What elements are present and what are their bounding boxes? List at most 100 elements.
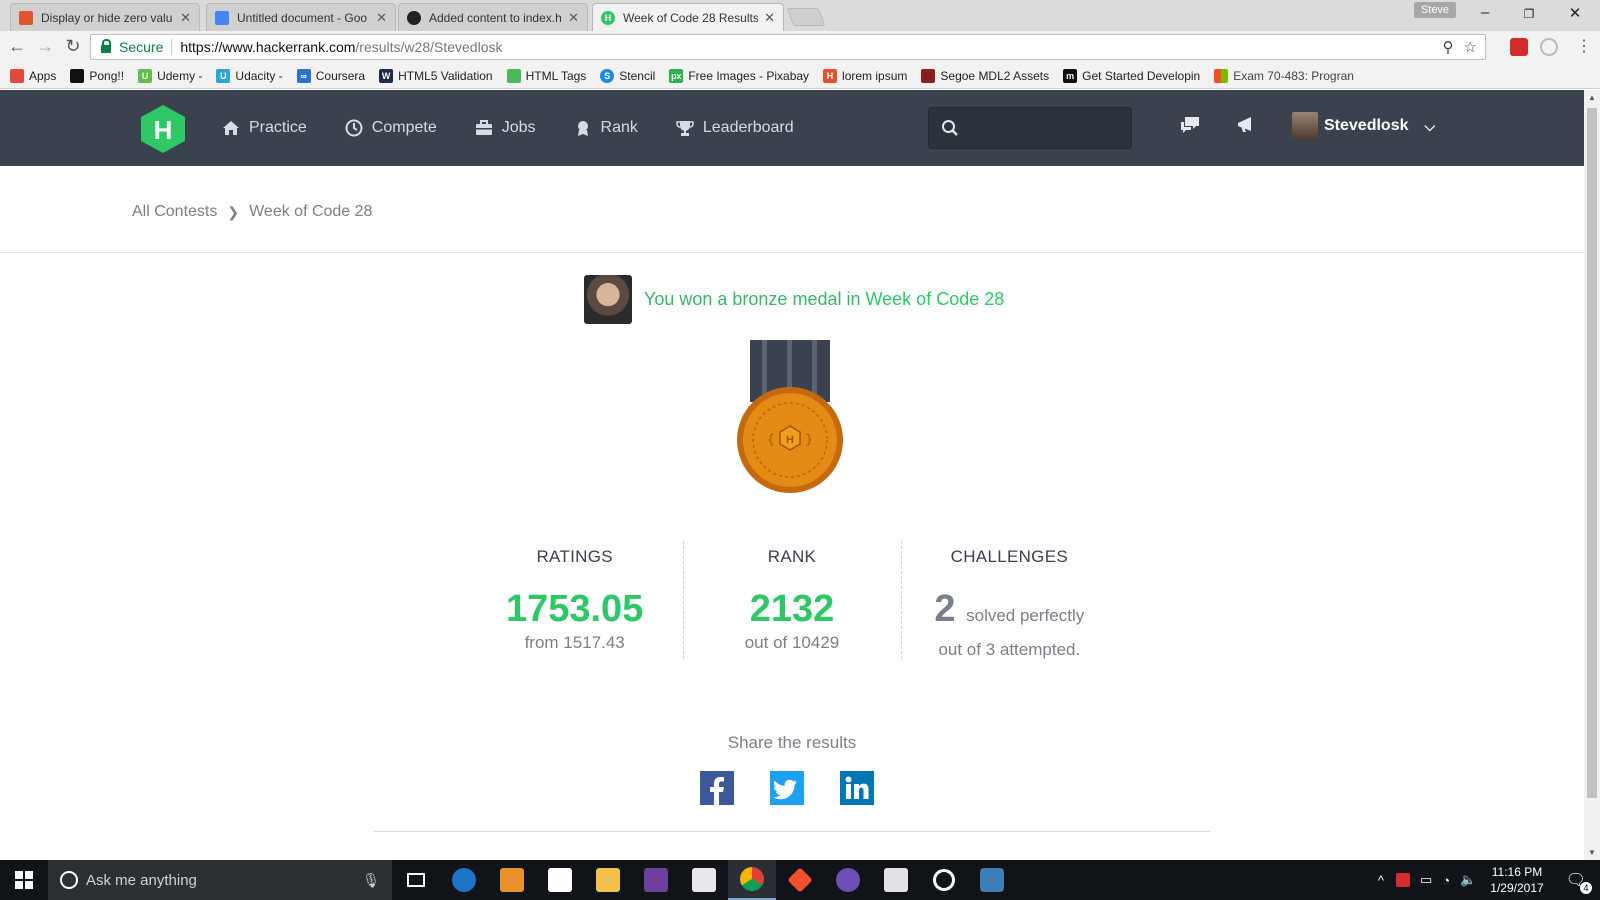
taskbar-remote[interactable] <box>968 860 1016 900</box>
extension-block-icon[interactable] <box>1540 38 1558 56</box>
bookmark-label: Coursera <box>315 68 366 83</box>
scrollbar-thumb[interactable] <box>1587 108 1597 798</box>
new-tab-button[interactable] <box>786 8 826 26</box>
close-icon[interactable]: ✕ <box>180 10 191 26</box>
action-center-icon[interactable]: 🗨 4 <box>1566 870 1592 894</box>
menu-jobs[interactable]: Jobs <box>475 119 536 137</box>
tab-display-or-hide[interactable]: Display or hide zero valu ✕ <box>10 3 200 31</box>
bookmark-label: Free Images - Pixabay <box>688 68 810 83</box>
bookmark-label: Exam 70-483: Progran <box>1233 68 1354 83</box>
user-menu[interactable]: Stevedlosk ⌵ <box>1292 112 1435 140</box>
hackerrank-icon: H <box>601 10 615 25</box>
scroll-up-icon[interactable]: ▲ <box>1588 93 1596 102</box>
reload-icon[interactable]: ↻ <box>62 36 84 57</box>
trophy-icon <box>676 119 694 137</box>
acrobat-tray-icon[interactable] <box>1395 873 1410 887</box>
bookmarks-bar: Apps Pong!! U Udemy - U Udacity - ∞ Courser… <box>0 63 1600 89</box>
menu-compete[interactable]: Compete <box>345 119 437 137</box>
bookmark-apps[interactable]: Apps <box>10 68 56 83</box>
clock[interactable]: 11:16 PM 1/29/2017 <box>1490 864 1543 896</box>
zoom-icon[interactable]: ⚲ <box>1443 38 1454 56</box>
profile-button[interactable]: Steve <box>1414 2 1456 18</box>
bookmark-exam-70-483[interactable]: Exam 70-483: Progran <box>1214 68 1354 83</box>
badge-icon <box>574 119 592 137</box>
search-box[interactable] <box>928 107 1132 149</box>
bookmark-get-started[interactable]: m Get Started Developin <box>1063 68 1200 83</box>
taskbar-paint[interactable] <box>872 860 920 900</box>
taskbar-chrome[interactable] <box>728 860 776 900</box>
tab-added-content[interactable]: Added content to index.h ✕ <box>398 3 588 31</box>
close-icon[interactable]: ✕ <box>376 10 387 26</box>
back-icon[interactable]: ← <box>6 36 28 57</box>
ratings-stat: RATINGS 1753.05 from 1517.43 <box>466 543 683 661</box>
scroll-down-icon[interactable]: ▼ <box>1588 848 1596 857</box>
close-icon[interactable]: ✕ <box>568 10 579 26</box>
bookmark-label: Udacity - <box>235 68 283 83</box>
taskbar-explorer[interactable] <box>584 860 632 900</box>
bookmark-coursera[interactable]: ∞ Coursera <box>296 68 366 83</box>
twitter-icon[interactable] <box>770 771 804 805</box>
bookmark-segoe-mdl2[interactable]: Segoe MDL2 Assets <box>921 68 1049 83</box>
wifi-icon[interactable]: ◔ <box>1442 873 1450 888</box>
unity-icon <box>692 868 716 892</box>
bookmark-star-icon[interactable]: ☆ <box>1464 38 1477 56</box>
minimize-icon[interactable]: – <box>1475 4 1495 21</box>
menu-label: Practice <box>249 119 307 136</box>
secure-label: Secure <box>119 39 164 55</box>
bookmark-stencil[interactable]: S Stencil <box>600 68 655 83</box>
bookmark-html5-validation[interactable]: W HTML5 Validation <box>379 68 493 83</box>
taskbar-unity[interactable] <box>680 860 728 900</box>
taskbar-target[interactable] <box>920 860 968 900</box>
cortana-search[interactable]: Ask me anything 🎙 <box>48 860 392 900</box>
tab-title: Added content to index.h <box>429 10 562 25</box>
extension-icon[interactable] <box>1510 38 1528 56</box>
segoe-icon <box>921 68 936 83</box>
start-button[interactable] <box>0 860 48 900</box>
briefcase-icon <box>475 119 493 137</box>
taskbar-git[interactable] <box>776 860 824 900</box>
breadcrumb-all-contests[interactable]: All Contests <box>132 203 217 221</box>
tab-title: Display or hide zero valu <box>41 10 173 25</box>
task-view-button[interactable] <box>392 860 440 900</box>
linkedin-icon[interactable] <box>840 771 874 805</box>
forward-icon[interactable]: → <box>34 36 56 57</box>
microphone-icon[interactable]: 🎙 <box>362 872 380 889</box>
close-icon[interactable]: ✕ <box>764 10 775 26</box>
tab-untitled-document[interactable]: Untitled document - Goo ✕ <box>206 3 396 31</box>
restore-icon[interactable]: ❐ <box>1519 7 1539 21</box>
volume-icon[interactable]: 🔈 <box>1460 872 1476 888</box>
bookmark-udacity[interactable]: U Udacity - <box>216 68 283 83</box>
file-explorer-icon <box>596 868 620 892</box>
messages-icon[interactable] <box>1178 114 1202 138</box>
bookmark-udemy[interactable]: U Udemy - <box>138 68 202 83</box>
chevron-up-icon[interactable]: ^ <box>1378 873 1384 888</box>
bookmark-html-tags[interactable]: HTML Tags <box>506 68 586 83</box>
ratings-value: 1753.05 <box>505 588 644 630</box>
window-close-icon[interactable]: ✕ <box>1565 4 1585 22</box>
breadcrumb-current[interactable]: Week of Code 28 <box>249 203 372 221</box>
facebook-icon[interactable] <box>700 771 734 805</box>
taskbar-edge[interactable] <box>440 860 488 900</box>
taskbar-media[interactable] <box>488 860 536 900</box>
taskbar-visual-studio[interactable] <box>632 860 680 900</box>
menu-dots-icon[interactable]: ⋮ <box>1576 36 1592 56</box>
page-scrollbar[interactable]: ▲ ▼ <box>1584 90 1600 860</box>
docs-icon <box>215 10 229 25</box>
address-bar[interactable]: Secure https://www.hackerrank.com/result… <box>90 34 1486 60</box>
challenges-value: 2 <box>934 588 956 630</box>
taskbar-store[interactable] <box>536 860 584 900</box>
taskbar-app-purple[interactable] <box>824 860 872 900</box>
bookmark-pixabay[interactable]: px Free Images - Pixabay <box>669 68 810 83</box>
bookmark-pong[interactable]: Pong!! <box>70 68 124 83</box>
contest-link[interactable]: Week of Code 28 <box>866 289 1005 309</box>
notifications-icon[interactable] <box>1234 114 1258 138</box>
menu-practice[interactable]: Practice <box>222 119 307 137</box>
bookmark-lorem-ipsum[interactable]: Hlorem ipsum <box>823 68 907 83</box>
tab-week-of-code-results[interactable]: H Week of Code 28 Results ✕ <box>592 3 784 31</box>
hackerrank-logo-icon[interactable]: H <box>140 104 186 154</box>
menu-leaderboard[interactable]: Leaderboard <box>676 119 794 137</box>
visual-studio-icon <box>644 868 668 892</box>
menu-rank[interactable]: Rank <box>574 119 638 137</box>
battery-icon[interactable]: ▭ <box>1420 872 1432 888</box>
search-input[interactable] <box>969 120 1119 136</box>
